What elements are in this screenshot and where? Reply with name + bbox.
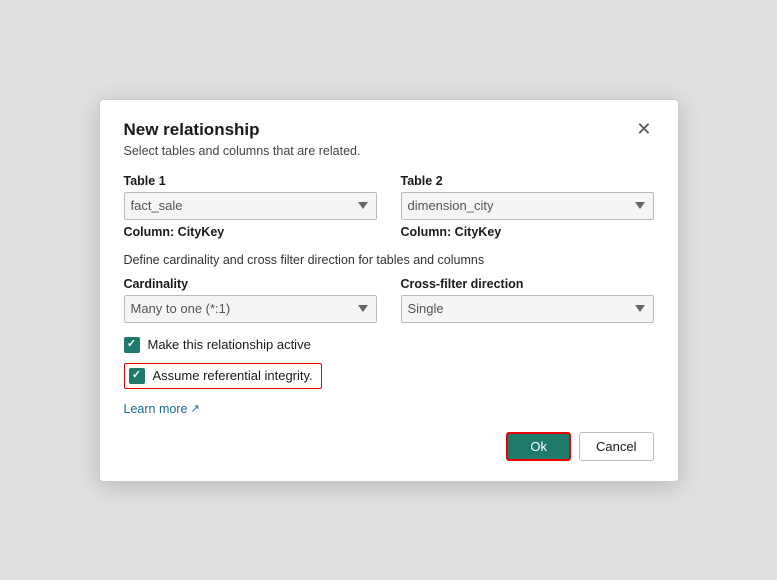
table2-select[interactable]: dimension_city xyxy=(401,192,654,220)
dialog-header: New relationship ✕ xyxy=(124,120,654,140)
cardinality-col: Cardinality Many to one (*:1) One to man… xyxy=(124,277,377,323)
crossfilter-label: Cross-filter direction xyxy=(401,277,654,291)
crossfilter-select-wrap: Single Both xyxy=(401,295,654,323)
active-checkbox[interactable]: ✓ xyxy=(124,337,140,353)
table2-label: Table 2 xyxy=(401,174,654,188)
dialog-title: New relationship xyxy=(124,120,260,140)
active-checkbox-label: Make this relationship active xyxy=(148,337,311,352)
cardinality-crossfilter-row: Cardinality Many to one (*:1) One to man… xyxy=(124,277,654,323)
table1-col: Table 1 fact_sale Column: CityKey xyxy=(124,174,377,239)
table2-select-wrap: dimension_city xyxy=(401,192,654,220)
crossfilter-select[interactable]: Single Both xyxy=(401,295,654,323)
referential-checkmark: ✓ xyxy=(132,370,141,381)
table1-select[interactable]: fact_sale xyxy=(124,192,377,220)
footer-row: Ok Cancel xyxy=(124,432,654,461)
cardinality-label: Cardinality xyxy=(124,277,377,291)
cardinality-select[interactable]: Many to one (*:1) One to many (1:*) One … xyxy=(124,295,377,323)
cardinality-description: Define cardinality and cross filter dire… xyxy=(124,253,654,267)
crossfilter-col: Cross-filter direction Single Both xyxy=(401,277,654,323)
learn-more-row: Learn more ↗︎ xyxy=(124,401,654,416)
table2-column-value: CityKey xyxy=(455,225,502,239)
table1-column-info: Column: CityKey xyxy=(124,225,377,239)
learn-more-link[interactable]: Learn more ↗︎ xyxy=(124,402,200,416)
referential-integrity-wrapper: ✓ Assume referential integrity. xyxy=(124,363,654,395)
table1-select-wrap: fact_sale xyxy=(124,192,377,220)
learn-more-text: Learn more xyxy=(124,402,188,416)
active-checkmark: ✓ xyxy=(127,339,136,350)
external-link-icon: ↗︎ xyxy=(190,402,199,415)
table1-label: Table 1 xyxy=(124,174,377,188)
table1-column-label: Column: xyxy=(124,225,175,239)
new-relationship-dialog: New relationship ✕ Select tables and col… xyxy=(99,99,679,482)
table2-col: Table 2 dimension_city Column: CityKey xyxy=(401,174,654,239)
table2-column-info: Column: CityKey xyxy=(401,225,654,239)
referential-checkbox-label: Assume referential integrity. xyxy=(153,368,313,383)
table2-column-label: Column: xyxy=(401,225,452,239)
active-checkbox-row: ✓ Make this relationship active xyxy=(124,337,654,353)
tables-row: Table 1 fact_sale Column: CityKey Table … xyxy=(124,174,654,239)
referential-checkbox[interactable]: ✓ xyxy=(129,368,145,384)
referential-integrity-row: ✓ Assume referential integrity. xyxy=(124,363,322,389)
table1-column-value: CityKey xyxy=(178,225,225,239)
close-button[interactable]: ✕ xyxy=(634,120,653,138)
cardinality-select-wrap: Many to one (*:1) One to many (1:*) One … xyxy=(124,295,377,323)
ok-button[interactable]: Ok xyxy=(506,432,571,461)
dialog-subtitle: Select tables and columns that are relat… xyxy=(124,144,654,158)
cancel-button[interactable]: Cancel xyxy=(579,432,653,461)
